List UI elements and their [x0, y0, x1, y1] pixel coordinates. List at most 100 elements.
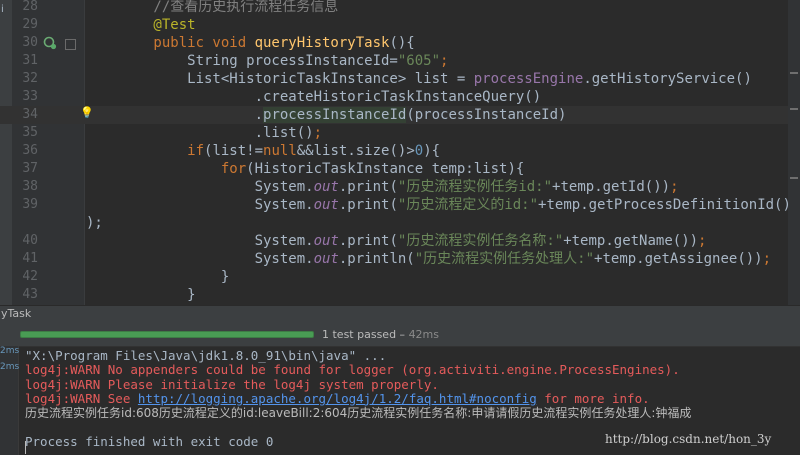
console-line: "X:\Program Files\Java\jdk1.8.0_91\bin\j…: [25, 348, 387, 363]
code-token: .getHistoryService(): [583, 71, 752, 87]
code-token: (){: [389, 35, 415, 51]
code-token: ;: [698, 233, 707, 249]
code-token: +temp.getName()): [563, 233, 699, 249]
fold-icon[interactable]: [65, 39, 76, 50]
code-token: System.: [86, 251, 314, 267]
code-token: //查看历史执行流程任务信息: [86, 0, 339, 15]
test-time[interactable]: 2ms: [0, 346, 19, 356]
code-token: +temp.getAssignee()): [594, 251, 763, 267]
code-line[interactable]: 28 //查看历史执行流程任务信息: [0, 0, 788, 16]
code-token: "历史流程实例任务处理人:": [414, 251, 595, 267]
code-text[interactable]: if(list!=null&&list.size()>0){: [86, 142, 440, 160]
code-text[interactable]: );: [86, 214, 103, 232]
line-number: 28: [22, 0, 38, 14]
console-line: 历史流程实例任务id:608历史流程定义的id:leaveBill:2:604历…: [25, 406, 692, 421]
code-token: ){: [423, 143, 441, 159]
code-token: ;: [670, 179, 679, 195]
run-tool-window[interactable]: yTask 1 test passed – 42ms 2ms 2ms "X:\P…: [0, 305, 800, 455]
code-token: +temp.getId()): [552, 179, 671, 195]
code-editor[interactable]: ⅰ 28 //查看历史执行流程任务信息 29 @Test 30 public voi…: [0, 0, 800, 305]
code-token: public void: [86, 35, 255, 51]
test-duration: 42ms: [408, 328, 440, 341]
code-text[interactable]: .list();: [86, 124, 322, 142]
code-text[interactable]: List<HistoricTaskInstance> list = proces…: [86, 70, 752, 88]
code-token: &&list.size()>: [296, 143, 415, 159]
code-line[interactable]: 30 public void queryHistoryTask(){: [0, 34, 788, 52]
line-number: 43: [22, 287, 38, 302]
code-text[interactable]: public void queryHistoryTask(){: [86, 34, 415, 52]
code-text[interactable]: }: [86, 268, 229, 286]
code-token: ;: [440, 53, 449, 69]
code-token: .list(): [86, 125, 314, 141]
run-panel-header: yTask: [0, 305, 800, 322]
code-text[interactable]: System.out.print("历史流程实例任务id:"+temp.getI…: [86, 178, 679, 196]
line-number: 33: [22, 89, 38, 104]
code-line[interactable]: 35 .list();: [0, 124, 788, 142]
test-status-bar: 1 test passed – 42ms: [0, 322, 800, 347]
console-output[interactable]: "X:\Program Files\Java\jdk1.8.0_91\bin\j…: [25, 348, 692, 449]
line-number: 40: [22, 233, 38, 248]
code-token: "历史流程实例任务id:": [397, 179, 553, 195]
code-token: );: [86, 215, 103, 231]
code-token: System.: [86, 233, 314, 249]
code-line[interactable]: 34 .processInstanceId(processInstanceId): [0, 106, 788, 124]
code-text[interactable]: }: [86, 286, 195, 304]
code-line[interactable]: 33 .createHistoricTaskInstanceQuery(): [0, 88, 788, 106]
code-line[interactable]: 31 String processInstanceId="605";: [0, 52, 788, 70]
code-token: @Test: [86, 17, 196, 33]
code-token: queryHistoryTask: [254, 35, 390, 51]
test-tree[interactable]: 2ms 2ms: [0, 346, 19, 455]
code-text[interactable]: @Test: [86, 16, 196, 34]
code-token: for: [86, 161, 247, 177]
code-line[interactable]: 39 System.out.print("历史流程定义的id:"+temp.ge…: [0, 196, 791, 214]
code-line[interactable]: 40 System.out.print("历史流程实例任务名称:"+temp.g…: [0, 232, 788, 250]
line-number: 36: [22, 143, 38, 158]
code-token: System.: [86, 179, 314, 195]
run-config-title[interactable]: yTask: [1, 307, 31, 320]
line-number: 38: [22, 179, 38, 194]
log4j-faq-link[interactable]: http://logging.apache.org/log4j/1.2/faq.…: [138, 391, 537, 406]
code-token: (list!=: [204, 143, 264, 159]
code-line[interactable]: 36 if(list!=null&&list.size()>0){: [0, 142, 788, 160]
code-text[interactable]: .processInstanceId(processInstanceId): [86, 106, 566, 124]
code-text[interactable]: String processInstanceId="605";: [86, 52, 448, 70]
code-token: List<HistoricTaskInstance> list =: [86, 71, 474, 87]
code-token: out: [313, 233, 339, 249]
code-token: .print(: [338, 179, 398, 195]
console-line: Process finished with exit code 0: [25, 433, 274, 449]
code-line[interactable]: 43 }: [0, 286, 788, 304]
test-status-text: 1 test passed – 42ms: [322, 328, 440, 341]
code-text[interactable]: //查看历史执行流程任务信息: [86, 0, 338, 16]
code-text[interactable]: .createHistoricTaskInstanceQuery(): [86, 88, 542, 106]
code-token: "历史流程实例任务名称:": [397, 233, 564, 249]
code-token: .createHistoricTaskInstanceQuery(): [86, 89, 542, 105]
code-token: out: [313, 197, 339, 213]
code-token: +temp.getProcessDefinitionId(): [538, 197, 791, 213]
code-line[interactable]: 41 System.out.println("历史流程实例任务处理人:"+tem…: [0, 250, 788, 268]
code-text[interactable]: System.out.print("历史流程实例任务名称:"+temp.getN…: [86, 232, 707, 250]
code-token: String processInstanceId=: [86, 53, 398, 69]
code-line[interactable]: 42 }: [0, 268, 788, 286]
console-text: log4j:WARN See: [25, 390, 138, 406]
code-token: processEngine: [473, 71, 584, 87]
code-token: out: [313, 179, 339, 195]
error-stripe[interactable]: [788, 0, 800, 305]
code-line-wrap[interactable]: );: [0, 214, 788, 232]
code-text[interactable]: System.out.println("历史流程实例任务处理人:"+temp.g…: [86, 250, 771, 268]
code-line[interactable]: 37 for(HistoricTaskInstance temp:list){: [0, 160, 788, 178]
code-token: .print(: [338, 233, 398, 249]
code-text[interactable]: System.out.print("历史流程定义的id:"+temp.getPr…: [86, 196, 791, 214]
run-test-icon[interactable]: [43, 36, 57, 50]
lightbulb-icon[interactable]: 💡: [80, 104, 94, 122]
code-token: }: [86, 269, 230, 285]
code-line[interactable]: 32 List<HistoricTaskInstance> list = pro…: [0, 70, 788, 88]
code-line[interactable]: 38 System.out.print("历史流程实例任务id:"+temp.g…: [0, 178, 788, 196]
console-caret: [25, 441, 26, 454]
tests-passed-label: 1 test passed: [322, 328, 397, 341]
test-time[interactable]: 2ms: [0, 362, 19, 372]
code-token: 0: [414, 143, 424, 159]
code-token: System.: [86, 197, 314, 213]
code-line[interactable]: 29 @Test: [0, 16, 788, 34]
code-text[interactable]: for(HistoricTaskInstance temp:list){: [86, 160, 524, 178]
